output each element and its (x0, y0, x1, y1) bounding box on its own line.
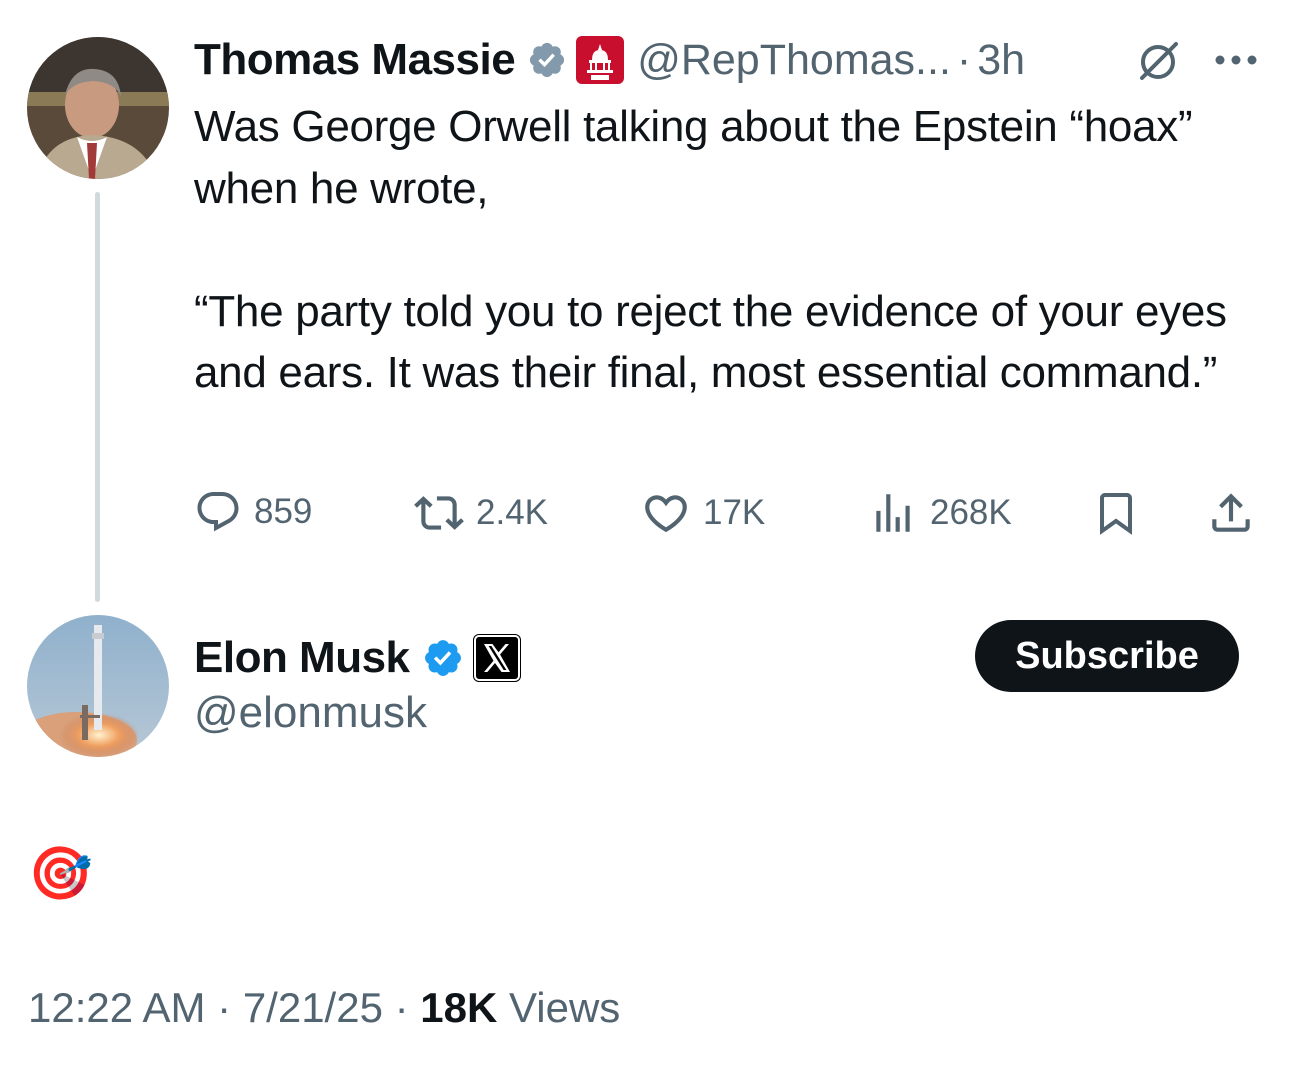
reply-count: 859 (254, 492, 313, 531)
separator-dot: · (217, 984, 232, 1031)
reply-header: Elon Musk (194, 628, 522, 688)
avatar-elon-musk[interactable] (27, 615, 169, 757)
tweet-actions: 859 2.4K 17K 268K (194, 488, 1264, 538)
share-button[interactable] (1206, 488, 1256, 538)
repost-button[interactable]: 2.4K (414, 488, 548, 538)
tweet-date[interactable]: 7/21/25 (243, 984, 383, 1031)
views-button[interactable]: 268K (868, 488, 1012, 538)
separator-dot: · (394, 984, 409, 1031)
verified-gray-icon (527, 40, 567, 80)
repost-count: 2.4K (476, 493, 548, 532)
tweet-header: Thomas Massie @RepThomas... · 3h (194, 32, 1025, 88)
tweet-text: Was George Orwell talking about the Epst… (194, 102, 1227, 397)
reply-button[interactable]: 859 (194, 488, 312, 536)
author-name[interactable]: Thomas Massie (194, 35, 516, 85)
tweet-time-full[interactable]: 12:22 AM (28, 984, 205, 1031)
author-handle[interactable]: @RepThomas... (637, 36, 951, 85)
separator-dot: · (956, 35, 972, 84)
views-count-total: 18K (420, 984, 498, 1031)
tweet-time[interactable]: 3h (977, 36, 1025, 85)
reply-text: 🎯 (28, 844, 93, 904)
like-button[interactable]: 17K (641, 488, 765, 538)
subscribe-button[interactable]: Subscribe (975, 620, 1239, 692)
avatar-thomas-massie[interactable] (27, 37, 169, 179)
house-gop-badge-icon (575, 35, 625, 85)
views-count: 268K (930, 493, 1012, 532)
thread-connector-line (95, 192, 100, 602)
reply-author-handle[interactable]: @elonmusk (194, 688, 427, 738)
reply-author-name[interactable]: Elon Musk (194, 633, 410, 683)
x-logo-badge-icon (472, 633, 522, 683)
tweet-meta-footer: 12:22 AM · 7/21/25 · 18K Views (28, 984, 620, 1032)
views-label: Views (509, 984, 621, 1031)
more-icon[interactable] (1214, 52, 1258, 73)
like-count: 17K (703, 493, 766, 532)
verified-blue-icon (422, 637, 464, 679)
bookmark-button[interactable] (1092, 488, 1140, 538)
grok-icon[interactable] (1136, 38, 1182, 89)
